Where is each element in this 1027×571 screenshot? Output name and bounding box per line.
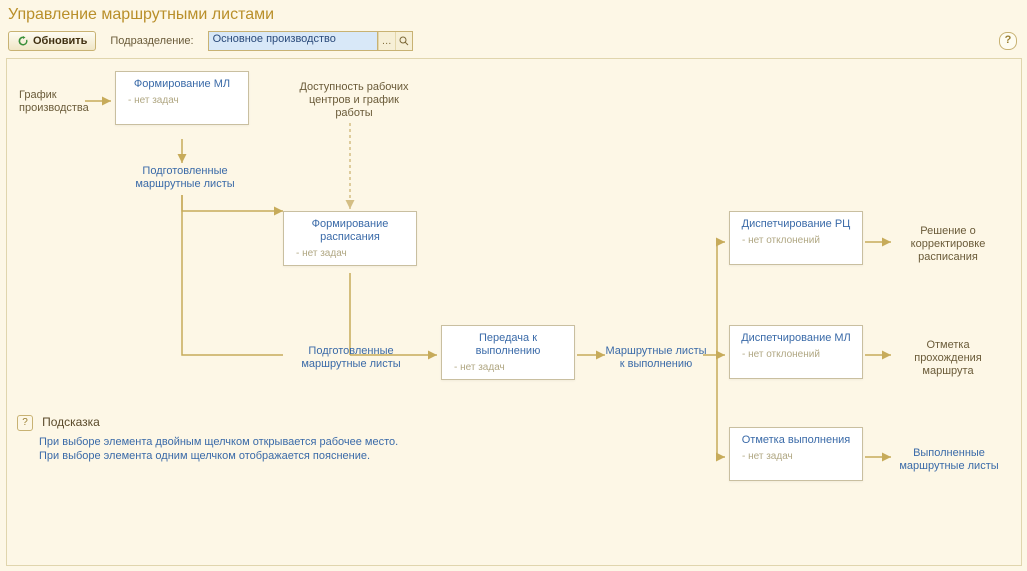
connectors <box>7 59 1021 565</box>
department-label: Подразделение: <box>110 35 193 47</box>
node-status: - нет задач <box>124 95 240 106</box>
hint-line: При выборе элемента двойным щелчком откр… <box>39 435 427 449</box>
department-open-button[interactable]: … <box>378 32 395 50</box>
label-availability: Доступность рабочих центров и график раб… <box>299 81 409 120</box>
refresh-icon <box>17 35 29 47</box>
toolbar: Обновить Подразделение: Основное произво… <box>8 30 413 52</box>
flow-canvas: Формирование МЛ - нет задач Формирование… <box>6 58 1022 566</box>
node-status: - нет задач <box>738 451 854 462</box>
node-form-schedule[interactable]: Формирование расписания - нет задач <box>283 211 417 266</box>
node-transfer[interactable]: Передача к выполнению - нет задач <box>441 325 575 380</box>
hint-line: При выборе элемента одним щелчком отобра… <box>39 449 427 463</box>
node-status: - нет задач <box>292 248 408 259</box>
node-dispatch-rc[interactable]: Диспетчирование РЦ - нет отклонений <box>729 211 863 265</box>
help-button[interactable]: ? <box>999 32 1017 50</box>
node-title: Формирование расписания <box>292 218 408 244</box>
department-field[interactable]: Основное производство … <box>208 31 413 51</box>
hint-panel: ? Подсказка При выборе элемента двойным … <box>17 415 427 463</box>
label-prepared-1: Подготовленные маршрутные листы <box>125 165 245 191</box>
node-mark-done[interactable]: Отметка выполнения - нет задач <box>729 427 863 481</box>
node-form-ml[interactable]: Формирование МЛ - нет задач <box>115 71 249 125</box>
department-value: Основное производство <box>209 32 378 50</box>
page-title: Управление маршрутными листами <box>8 6 274 24</box>
node-status: - нет отклонений <box>738 349 854 360</box>
hint-icon: ? <box>17 415 33 431</box>
node-status: - нет задач <box>450 362 566 373</box>
node-status: - нет отклонений <box>738 235 854 246</box>
label-route-mark: Отметка прохождения маршрута <box>893 339 1003 378</box>
label-decision: Решение о корректировке расписания <box>893 225 1003 264</box>
department-search-button[interactable] <box>395 32 412 50</box>
refresh-button[interactable]: Обновить <box>8 31 96 51</box>
node-dispatch-ml[interactable]: Диспетчирование МЛ - нет отклонений <box>729 325 863 379</box>
node-title: Передача к выполнению <box>450 332 566 358</box>
node-title: Диспетчирование РЦ <box>738 218 854 231</box>
search-icon <box>399 36 409 46</box>
hint-title: Подсказка <box>42 415 100 429</box>
label-done-lists: Выполненные маршрутные листы <box>889 447 1009 473</box>
label-routing-exec: Маршрутные листы к выполнению <box>603 345 709 371</box>
node-title: Отметка выполнения <box>738 434 854 447</box>
node-title: Диспетчирование МЛ <box>738 332 854 345</box>
label-schedule-source: График производства <box>19 89 89 115</box>
node-title: Формирование МЛ <box>124 78 240 91</box>
label-prepared-2: Подготовленные маршрутные листы <box>291 345 411 371</box>
refresh-label: Обновить <box>33 35 87 47</box>
